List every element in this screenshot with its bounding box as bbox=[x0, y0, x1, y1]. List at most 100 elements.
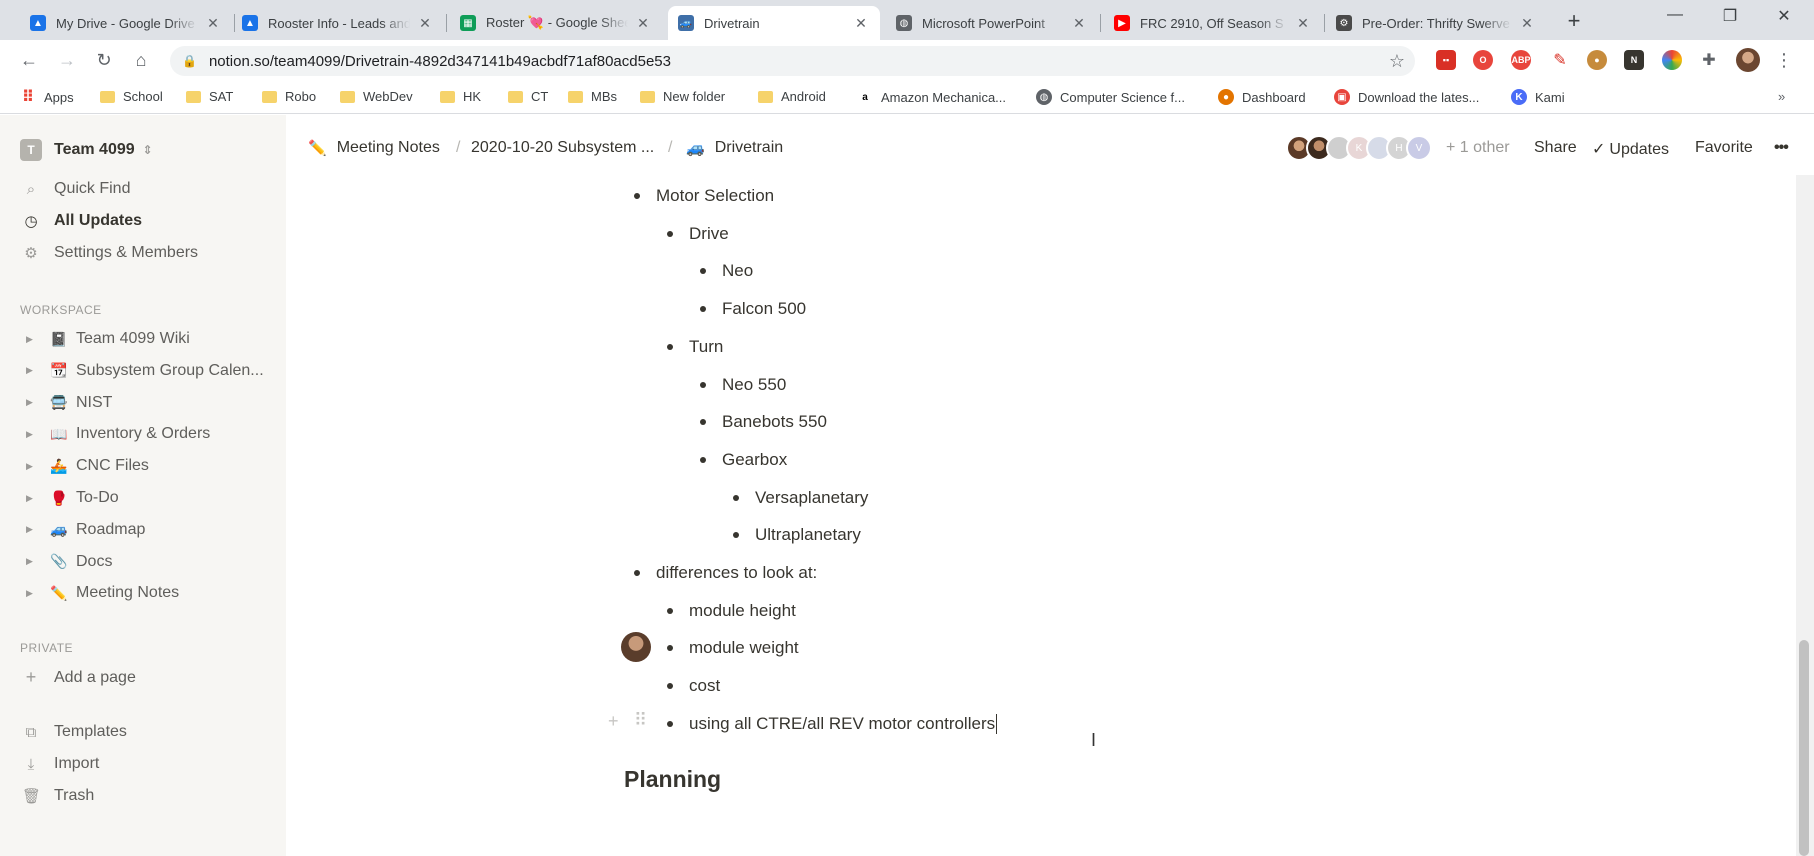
favorite-button[interactable]: Favorite bbox=[1695, 139, 1753, 157]
breadcrumb-meeting-notes[interactable]: ✏️ Meeting Notes bbox=[308, 139, 440, 157]
expand-triangle-icon[interactable]: ▶ bbox=[26, 397, 36, 408]
close-tab-icon[interactable]: ✕ bbox=[1070, 15, 1088, 32]
other-collaborators[interactable]: + 1 other bbox=[1446, 139, 1510, 157]
sidebar-item-trash[interactable]: 🗑 Trash bbox=[22, 787, 94, 805]
close-window-icon[interactable]: ✕ bbox=[1764, 6, 1804, 26]
bullet-item[interactable]: Turn bbox=[667, 337, 723, 357]
bullet-item[interactable]: Falcon 500 bbox=[700, 299, 806, 319]
extensions-puzzle-icon[interactable]: ✚ bbox=[1699, 50, 1719, 70]
workspace-switcher[interactable]: T Team 4099 ⇕ bbox=[20, 139, 153, 161]
add-block-icon[interactable]: + bbox=[608, 711, 619, 732]
updates-button[interactable]: ✓ Updates bbox=[1592, 139, 1669, 159]
bullet-item[interactable]: module height bbox=[667, 601, 796, 621]
close-tab-icon[interactable]: ✕ bbox=[416, 15, 434, 32]
bookmark-item[interactable]: HK bbox=[440, 89, 481, 104]
collaborator-avatars[interactable]: K H V bbox=[1286, 135, 1432, 161]
bullet-item[interactable]: Motor Selection bbox=[634, 186, 774, 206]
planning-heading[interactable]: Planning bbox=[624, 766, 721, 793]
drag-handle-icon[interactable]: ⠿ bbox=[634, 710, 647, 731]
bookmark-item[interactable]: New folder bbox=[640, 89, 725, 104]
close-tab-icon[interactable]: ✕ bbox=[852, 15, 870, 32]
bullet-item[interactable]: Neo 550 bbox=[700, 375, 786, 395]
bookmark-item[interactable]: ▣ Download the lates... bbox=[1334, 89, 1479, 105]
expand-triangle-icon[interactable]: ▶ bbox=[26, 365, 36, 376]
share-button[interactable]: Share bbox=[1534, 139, 1577, 157]
browser-tab[interactable]: ▶ FRC 2910, Off Season S ✕ bbox=[1104, 6, 1322, 40]
expand-triangle-icon[interactable]: ▶ bbox=[26, 461, 36, 472]
expand-triangle-icon[interactable]: ▶ bbox=[26, 524, 36, 535]
back-icon[interactable]: ← bbox=[18, 50, 40, 71]
close-tab-icon[interactable]: ✕ bbox=[204, 15, 222, 32]
bullet-item[interactable]: module weight bbox=[667, 638, 799, 658]
expand-triangle-icon[interactable]: ▶ bbox=[26, 493, 36, 504]
bookmark-item[interactable]: MBs bbox=[568, 89, 617, 104]
extension-icon[interactable]: ▪▪ bbox=[1436, 50, 1456, 70]
restore-icon[interactable]: ❐ bbox=[1710, 6, 1750, 26]
bookmark-item[interactable]: ◍ Computer Science f... bbox=[1036, 89, 1185, 105]
sidebar-item-settings[interactable]: ⚙ Settings & Members bbox=[22, 244, 198, 262]
bookmark-item[interactable]: a Amazon Mechanica... bbox=[857, 89, 1006, 105]
reload-icon[interactable]: ↻ bbox=[93, 50, 115, 71]
browser-tab[interactable]: ▲ My Drive - Google Drive ✕ bbox=[20, 6, 232, 40]
bullet-item[interactable]: Ultraplanetary bbox=[733, 525, 861, 545]
sidebar-item-import[interactable]: ⤓ Import bbox=[22, 755, 100, 773]
address-bar[interactable]: 🔒 notion.so/team4099/Drivetrain-4892d347… bbox=[170, 46, 1415, 76]
more-options-icon[interactable]: ••• bbox=[1774, 139, 1789, 157]
new-tab-button[interactable]: + bbox=[1562, 8, 1586, 34]
sidebar-page-item[interactable]: ▶ 🥊 To-Do bbox=[26, 489, 276, 507]
home-icon[interactable]: ⌂ bbox=[130, 50, 152, 71]
bullet-item[interactable]: differences to look at: bbox=[634, 563, 817, 583]
close-tab-icon[interactable]: ✕ bbox=[1294, 15, 1312, 32]
forward-icon[interactable]: → bbox=[56, 50, 78, 71]
browser-tab[interactable]: ▲ Rooster Info - Leads and ✕ bbox=[232, 6, 444, 40]
browser-tab[interactable]: ⚙ Pre-Order: Thrifty Swerve ✕ bbox=[1326, 6, 1546, 40]
bookmark-item[interactable]: K Kami bbox=[1511, 89, 1565, 105]
add-page-button[interactable]: + Add a page bbox=[22, 667, 136, 688]
minimize-icon[interactable]: — bbox=[1655, 6, 1695, 24]
bullet-item[interactable]: Neo bbox=[700, 261, 753, 281]
bullet-item[interactable]: Banebots 550 bbox=[700, 412, 827, 432]
bookmark-item[interactable]: Robo bbox=[262, 89, 316, 104]
expand-triangle-icon[interactable]: ▶ bbox=[26, 334, 36, 345]
pen-icon[interactable]: ✎ bbox=[1550, 50, 1570, 70]
sidebar-item-templates[interactable]: ⧉ Templates bbox=[22, 723, 127, 741]
bookmark-item[interactable]: Android bbox=[758, 89, 826, 104]
bullet-item[interactable]: Gearbox bbox=[700, 450, 787, 470]
sidebar-page-item[interactable]: ▶ 🚍 NIST bbox=[26, 394, 276, 412]
sidebar-page-item[interactable]: ▶ 📆 Subsystem Group Calen... bbox=[26, 362, 276, 380]
color-picker-icon[interactable] bbox=[1662, 50, 1682, 70]
bookmark-item[interactable]: CT bbox=[508, 89, 548, 104]
sidebar-page-item[interactable]: ▶ 🚣 CNC Files bbox=[26, 457, 276, 475]
expand-triangle-icon[interactable]: ▶ bbox=[26, 556, 36, 567]
cookie-icon[interactable]: ● bbox=[1587, 50, 1607, 70]
breadcrumb-drivetrain[interactable]: 🚙 Drivetrain bbox=[686, 139, 783, 157]
bullet-item[interactable]: cost bbox=[667, 676, 720, 696]
opera-extension-icon[interactable]: O bbox=[1473, 50, 1493, 70]
browser-tab[interactable]: ▦ Roster 💘 - Google Sheets ✕ bbox=[450, 6, 662, 40]
bullet-item[interactable]: using all CTRE/all REV motor controllers bbox=[667, 713, 998, 734]
browser-tab[interactable]: ◍ Microsoft PowerPoint ✕ bbox=[886, 6, 1098, 40]
profile-avatar[interactable] bbox=[1736, 48, 1760, 72]
breadcrumb-subsystem[interactable]: 2020-10-20 Subsystem ... bbox=[471, 139, 654, 157]
scrollbar-thumb[interactable] bbox=[1799, 640, 1809, 856]
bookmark-item[interactable]: WebDev bbox=[340, 89, 413, 104]
notion-extension-icon[interactable]: N bbox=[1624, 50, 1644, 70]
sidebar-page-item[interactable]: ▶ 📓 Team 4099 Wiki bbox=[26, 330, 276, 348]
expand-triangle-icon[interactable]: ▶ bbox=[26, 429, 36, 440]
bookmark-item[interactable]: ● Dashboard bbox=[1218, 89, 1306, 105]
browser-menu-icon[interactable]: ⋮ bbox=[1773, 50, 1795, 71]
browser-tab[interactable]: 🚙 Drivetrain ✕ bbox=[668, 6, 880, 40]
bookmark-star-icon[interactable]: ☆ bbox=[1389, 51, 1405, 72]
sidebar-item-quick-find[interactable]: ⌕ Quick Find bbox=[22, 180, 131, 198]
sidebar-page-item[interactable]: ▶ 📖 Inventory & Orders bbox=[26, 425, 276, 443]
sidebar-page-item[interactable]: ▶ 🚙 Roadmap bbox=[26, 521, 276, 539]
sidebar-page-item[interactable]: ▶ 📎 Docs bbox=[26, 553, 276, 571]
close-tab-icon[interactable]: ✕ bbox=[1518, 15, 1536, 32]
sidebar-item-all-updates[interactable]: ◷ All Updates bbox=[22, 212, 142, 230]
sidebar-page-item[interactable]: ▶ ✏️ Meeting Notes bbox=[26, 584, 276, 602]
bookmark-item[interactable]: ⠿ Apps bbox=[20, 89, 74, 106]
more-bookmarks-icon[interactable]: » bbox=[1778, 89, 1785, 104]
bookmark-item[interactable]: School bbox=[100, 89, 163, 104]
close-tab-icon[interactable]: ✕ bbox=[634, 15, 652, 32]
bookmark-item[interactable]: SAT bbox=[186, 89, 233, 104]
